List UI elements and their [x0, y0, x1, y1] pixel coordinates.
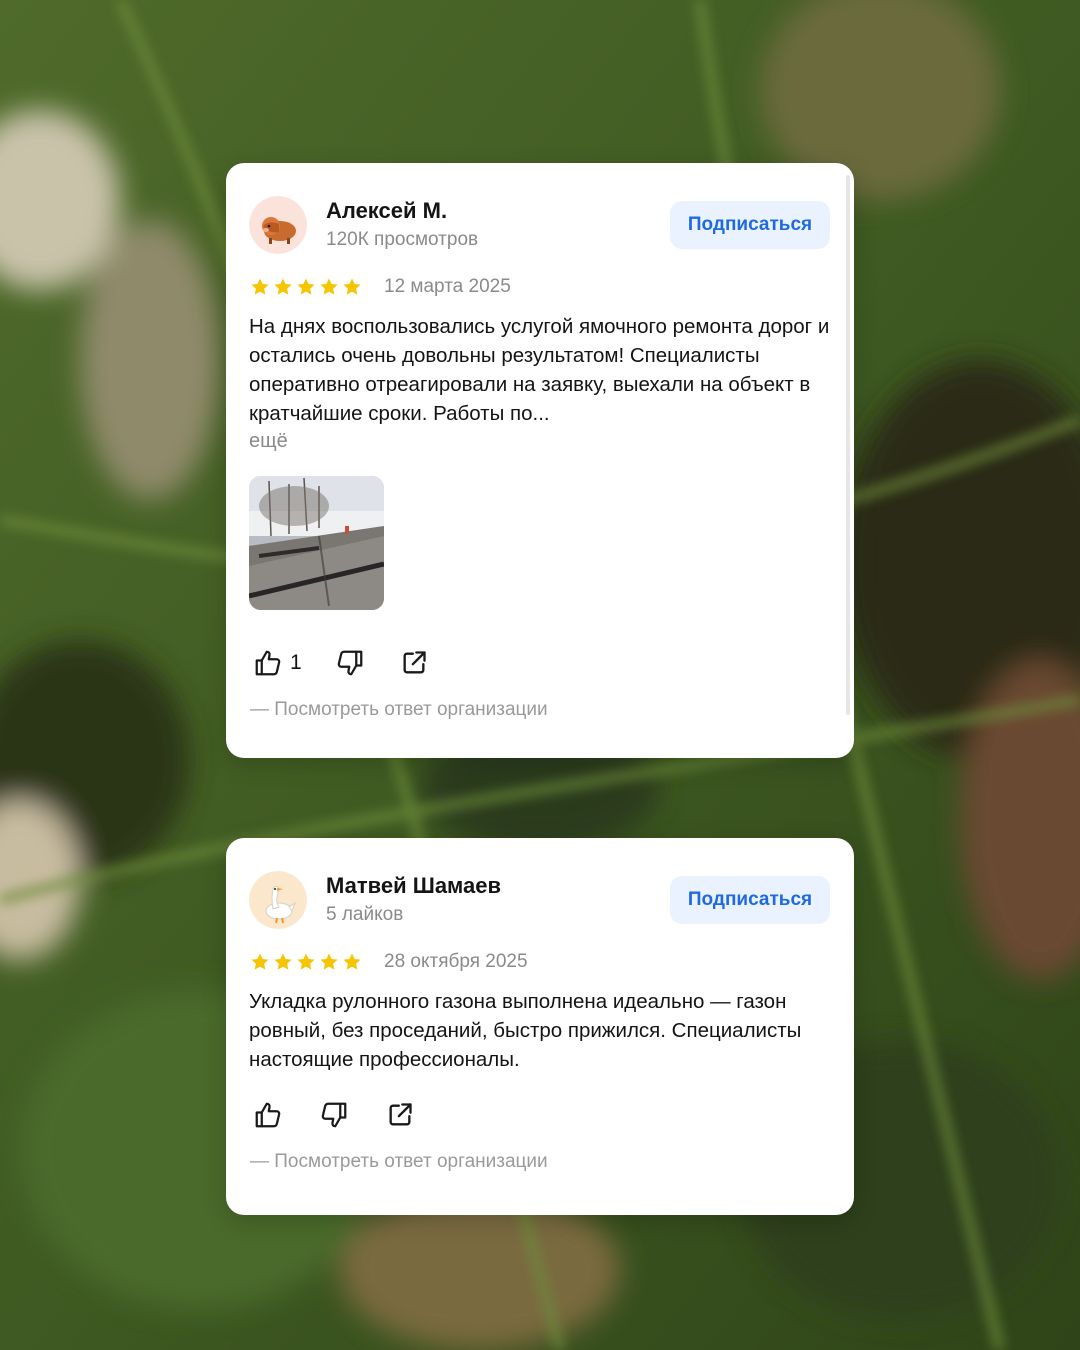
author-name[interactable]: Алексей М. — [326, 198, 447, 224]
scrollbar[interactable] — [846, 175, 850, 715]
star-icon — [251, 278, 269, 295]
review-card: Матвей Шамаев 5 лайков Подписаться 28 ок… — [226, 838, 854, 1215]
like-button[interactable] — [252, 1099, 284, 1131]
subscribe-button[interactable]: Подписаться — [670, 876, 830, 924]
star-icon — [320, 278, 338, 295]
org-reply-link[interactable]: — Посмотреть ответ организации — [250, 1151, 548, 1173]
thumbs-up-icon — [255, 650, 281, 676]
share-button[interactable] — [384, 1099, 416, 1131]
subscribe-button[interactable]: Подписаться — [670, 201, 830, 249]
dislike-button[interactable] — [334, 647, 366, 679]
review-actions — [252, 1099, 416, 1131]
review-card: Алексей М. 120К просмотров Подписаться 1… — [226, 163, 854, 758]
avatar[interactable] — [249, 196, 307, 254]
share-icon — [389, 1103, 412, 1126]
read-more-link[interactable]: ещё — [249, 430, 288, 453]
like-button[interactable] — [252, 647, 284, 679]
goose-icon — [249, 871, 307, 929]
thumbs-up-icon — [255, 1102, 281, 1128]
star-icon — [343, 278, 361, 295]
star-icon — [274, 953, 292, 970]
review-text: На днях воспользовались услугой ямочного… — [249, 315, 830, 425]
author-stats: 120К просмотров — [326, 229, 479, 250]
thumbs-down-icon — [337, 650, 363, 676]
review-date: 12 марта 2025 — [384, 276, 511, 297]
like-count: 1 — [290, 651, 302, 674]
rating-stars — [250, 952, 362, 972]
star-icon — [343, 953, 361, 970]
avatar[interactable] — [249, 871, 307, 929]
star-icon — [251, 953, 269, 970]
dislike-button[interactable] — [318, 1099, 350, 1131]
star-icon — [297, 278, 315, 295]
author-name[interactable]: Матвей Шамаев — [326, 873, 501, 899]
review-text: Укладка рулонного газона выполнена идеал… — [249, 990, 802, 1071]
org-reply-link[interactable]: — Посмотреть ответ организации — [250, 699, 548, 721]
review-photo[interactable] — [249, 476, 384, 610]
yak-icon — [249, 196, 307, 254]
author-stats: 5 лайков — [326, 904, 404, 925]
rating-stars — [250, 277, 362, 297]
star-icon — [297, 953, 315, 970]
star-icon — [274, 278, 292, 295]
star-icon — [320, 953, 338, 970]
thumbs-down-icon — [321, 1102, 347, 1128]
share-icon — [403, 651, 426, 674]
share-button[interactable] — [398, 647, 430, 679]
review-actions: 1 — [252, 647, 430, 679]
review-date: 28 октября 2025 — [384, 951, 528, 972]
